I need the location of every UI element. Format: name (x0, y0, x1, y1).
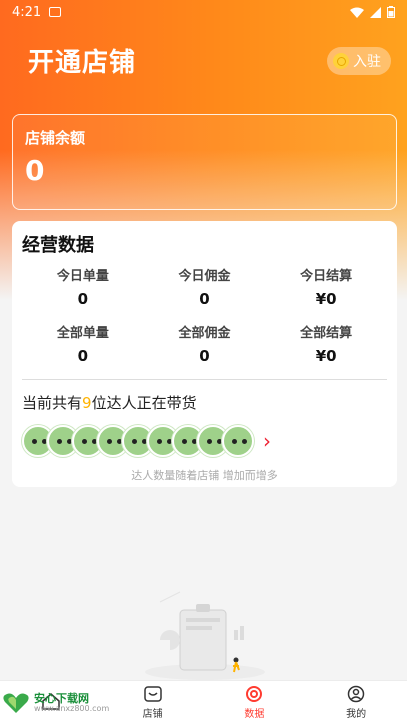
stat-total-settlement: 全部结算 ¥0 (265, 322, 387, 365)
watermark-url: www.anxz800.com (34, 704, 110, 713)
status-bar: 4:21 (0, 0, 407, 24)
stat-value: 0 (199, 290, 210, 308)
stat-label: 全部结算 (300, 326, 353, 341)
stat-value: ¥0 (315, 347, 337, 365)
avatar (222, 425, 254, 457)
tab-label: 我的 (346, 708, 367, 720)
talent-count: 9 (82, 394, 92, 412)
shop-icon (143, 685, 162, 702)
stat-value: ¥0 (315, 290, 337, 308)
stat-today-orders: 今日单量 0 (22, 265, 144, 308)
stat-total-commission: 全部佣金 0 (144, 322, 266, 365)
watermark: 安心下载网 www.anxz800.com (2, 688, 112, 718)
join-button[interactable]: 入驻 (327, 47, 391, 75)
balance-label: 店铺余额 (25, 129, 86, 147)
user-icon (347, 685, 365, 702)
status-time: 4:21 (12, 4, 42, 20)
wifi-icon (350, 7, 364, 18)
stat-label: 全部佣金 (178, 326, 231, 341)
talent-suffix: 位达人正在带货 (91, 394, 197, 412)
tab-label: 店铺 (142, 708, 163, 720)
page-title: 开通店铺 (28, 48, 137, 78)
avatar-hint: 达人数量随着店铺 增加而增多 (131, 469, 278, 482)
balance-value: 0 (25, 154, 45, 187)
chevron-right-icon[interactable]: › (263, 431, 271, 451)
notification-icon (49, 7, 62, 17)
battery-icon (387, 6, 395, 18)
talent-count-line: 当前共有9位达人正在带货 (22, 392, 387, 413)
stat-today-settlement: 今日结算 ¥0 (265, 265, 387, 308)
coin-icon (333, 53, 349, 69)
tab-me[interactable]: 我的 (305, 681, 407, 723)
empty-illustration (140, 590, 270, 680)
signal-icon (370, 6, 381, 18)
tab-shop[interactable]: 店铺 (102, 681, 204, 723)
tab-data[interactable]: 数据 (204, 681, 306, 723)
talent-avatar-row[interactable]: › (22, 425, 387, 457)
stat-label: 今日结算 (300, 269, 353, 284)
stat-value: 0 (199, 347, 210, 365)
stat-today-commission: 今日佣金 0 (144, 265, 266, 308)
data-icon (246, 685, 263, 702)
join-button-label: 入驻 (353, 54, 381, 70)
stat-label: 今日佣金 (178, 269, 231, 284)
stat-value: 0 (77, 347, 89, 365)
watermark-logo-icon (3, 693, 29, 713)
business-data-title: 经营数据 (22, 235, 94, 256)
stat-total-orders: 全部单量 0 (22, 322, 144, 365)
stats-grid: 今日单量 0 今日佣金 0 今日结算 ¥0 全部单量 0 全部佣金 0 全部结算… (22, 265, 387, 365)
business-data-card: 经营数据 今日单量 0 今日佣金 0 今日结算 ¥0 全部单量 0 全部佣金 0… (12, 221, 397, 487)
stat-label: 全部单量 (56, 326, 109, 341)
talent-prefix: 当前共有 (22, 394, 83, 412)
tab-label: 数据 (244, 708, 265, 720)
divider (22, 379, 387, 380)
balance-card: 店铺余额 0 (12, 114, 397, 210)
stat-value: 0 (77, 290, 89, 308)
stat-label: 今日单量 (56, 269, 109, 284)
watermark-title: 安心下载网 (34, 692, 89, 705)
